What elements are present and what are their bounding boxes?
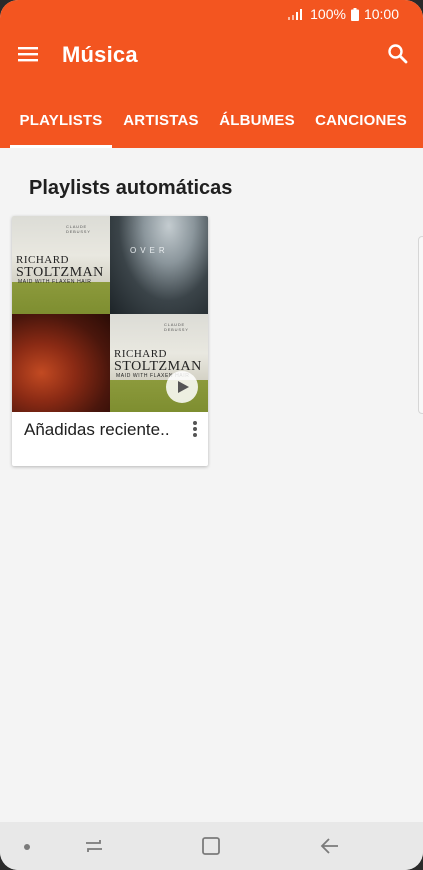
hamburger-menu-icon[interactable] (18, 45, 40, 63)
playlist-title: Añadidas reciente.. (24, 420, 170, 439)
home-icon[interactable] (199, 834, 223, 858)
search-icon[interactable] (386, 42, 410, 66)
app-bar: Música PLAYLISTS ARTISTAS ÁLBUMES CANCIO… (0, 28, 423, 148)
back-icon[interactable] (318, 834, 342, 858)
app-title: Música (62, 42, 138, 67)
tab-albumes[interactable]: ÁLBUMES (214, 100, 300, 148)
tab-bar: PLAYLISTS ARTISTAS ÁLBUMES CANCIONES (0, 100, 423, 148)
section-title: Playlists automáticas (29, 177, 233, 199)
nav-dot-icon (24, 844, 30, 850)
album-art-stoltzman: CLAUDE DEBUSSY RICHARD STOLTZMAN MAID WI… (12, 216, 110, 314)
active-tab-indicator (10, 145, 112, 148)
navigation-bar (0, 822, 423, 870)
album-art-mountain: OVER (110, 216, 208, 314)
status-bar: 100% 10:00 (0, 0, 423, 28)
tab-canciones[interactable]: CANCIONES (310, 100, 412, 148)
recent-apps-icon[interactable] (82, 834, 106, 858)
battery-icon (350, 7, 359, 21)
edge-panel-handle[interactable] (418, 236, 423, 414)
wifi-icon (287, 8, 305, 20)
album-art-piano (12, 314, 110, 412)
screen: 100% 10:00 Música PLAYLISTS ARTISTAS ÁLB… (0, 0, 423, 870)
tab-artistas[interactable]: ARTISTAS (118, 100, 204, 148)
more-options-icon[interactable] (188, 419, 202, 439)
play-button[interactable] (166, 371, 198, 403)
tab-playlists[interactable]: PLAYLISTS (10, 100, 112, 148)
battery-percent: 100% (310, 6, 346, 22)
clock: 10:00 (363, 6, 399, 22)
play-icon (178, 381, 189, 393)
playlist-card[interactable]: CLAUDE DEBUSSY RICHARD STOLTZMAN MAID WI… (12, 216, 208, 466)
